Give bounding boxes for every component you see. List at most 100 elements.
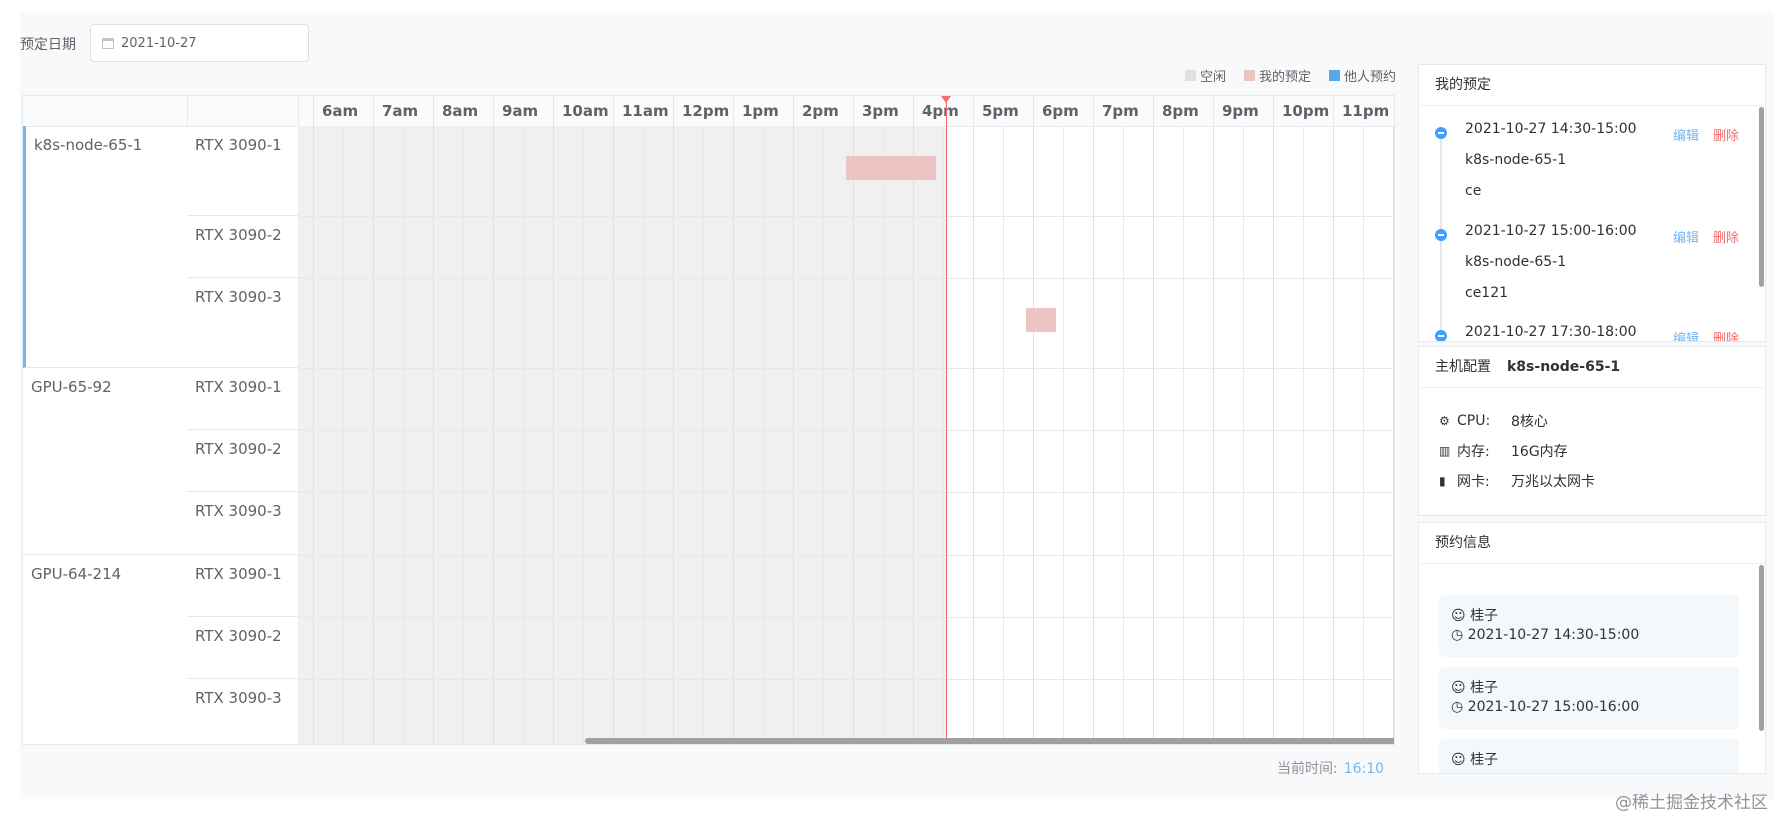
user-name: 桂子 <box>1470 680 1499 696</box>
hour-label: 6pm <box>1033 96 1093 126</box>
date-value: 2021-10-27 <box>121 36 197 51</box>
grid-line <box>703 126 704 744</box>
hour-label: 1pm <box>733 96 793 126</box>
vertical-scrollbar[interactable] <box>1759 565 1764 731</box>
grid-line <box>1033 126 1034 744</box>
grid-line <box>493 126 494 744</box>
host-cell[interactable]: GPU-64-214 <box>23 555 187 742</box>
card-cell: RTX 3090-2 <box>187 216 298 278</box>
grid-line <box>913 126 914 744</box>
grid-line <box>1063 126 1064 744</box>
user-name: 桂子 <box>1470 752 1499 768</box>
legend-label: 他人预约 <box>1343 70 1396 85</box>
grid-line <box>1003 126 1004 744</box>
reservation-time: 2021-10-27 17:30-18:00 <box>1465 324 1637 340</box>
grid-line <box>1093 126 1094 744</box>
panel-title: 主机配置 k8s-node-65-1 <box>1419 347 1765 388</box>
grid-header: 6am 7am 8am 9am 10am 11am 12pm 1pm 2pm 3pm 4pm 5pm 6… <box>23 96 1394 127</box>
grid-line <box>433 126 434 744</box>
host-config-host: k8s-node-65-1 <box>1507 359 1621 375</box>
grid-line <box>733 126 734 744</box>
date-picker-input[interactable]: 2021-10-27 <box>90 24 309 62</box>
grid-line <box>1153 126 1154 744</box>
timeline-dot-icon <box>1435 330 1447 341</box>
panel-title: 我的预定 <box>1419 65 1765 106</box>
grid-line <box>1213 126 1214 744</box>
grid-line <box>883 126 884 744</box>
hour-label: 7am <box>373 96 433 126</box>
host-config-panel: 主机配置 k8s-node-65-1 ⚙ CPU: 8核心 ▥ 内存: 16G内存 ▮ 网卡… <box>1418 346 1766 516</box>
grid-line <box>1363 126 1364 744</box>
host-cell[interactable]: k8s-node-65-1 <box>23 126 187 368</box>
row-line <box>298 555 1394 556</box>
delete-link[interactable]: 删除 <box>1713 125 1739 144</box>
legend-label: 空闲 <box>1199 70 1226 85</box>
grid-line <box>523 126 524 744</box>
header-host <box>23 96 187 126</box>
row-line <box>298 492 1394 493</box>
card-cell: RTX 3090-3 <box>187 492 298 555</box>
edit-link[interactable]: 编辑 <box>1673 328 1699 341</box>
grid-line <box>943 126 944 744</box>
grid-line <box>853 126 854 744</box>
card-cell: RTX 3090-1 <box>187 555 298 617</box>
grid-line <box>823 126 824 744</box>
watermark: @稀土掘金技术社区 <box>1615 793 1768 813</box>
grid-line <box>373 126 374 744</box>
legend-free: 空闲 <box>1184 66 1226 85</box>
grid-line <box>403 126 404 744</box>
delete-link[interactable]: 删除 <box>1713 328 1739 341</box>
hour-label: 11pm <box>1333 96 1393 126</box>
reservation-host: k8s-node-65-1 <box>1465 254 1567 270</box>
user-name: 桂子 <box>1470 608 1499 624</box>
grid-line <box>583 126 584 744</box>
info-user: ☺ 桂子 <box>1451 749 1498 769</box>
config-value: 8核心 <box>1511 414 1548 430</box>
vertical-scrollbar[interactable] <box>1759 107 1764 287</box>
hour-label: 6am <box>313 96 373 126</box>
grid-line <box>553 126 554 744</box>
hour-label: 9pm <box>1213 96 1273 126</box>
info-time: ◷ 2021-10-27 15:00-16:00 <box>1451 699 1639 715</box>
grid-line <box>643 126 644 744</box>
my-reservation-slot[interactable] <box>1026 308 1056 332</box>
my-reservation-slot[interactable] <box>846 156 936 180</box>
grid-line <box>793 126 794 744</box>
delete-link[interactable]: 删除 <box>1713 227 1739 246</box>
card-cell: RTX 3090-2 <box>187 617 298 679</box>
config-row-memory: ▥ 内存: 16G内存 <box>1439 441 1568 461</box>
panel-title: 预约信息 <box>1419 523 1765 564</box>
hour-label: 9am <box>493 96 553 126</box>
horizontal-scrollbar[interactable] <box>585 738 1394 744</box>
row-line <box>298 617 1394 618</box>
header-card <box>187 96 298 126</box>
hour-label: 8am <box>433 96 493 126</box>
current-time-label: 当前时间: <box>1277 761 1338 777</box>
user-icon: ☺ <box>1451 680 1466 696</box>
grid-line <box>1273 126 1274 744</box>
hour-label: 12pm <box>673 96 733 126</box>
grid-line <box>313 126 314 744</box>
past-time-region <box>298 126 946 744</box>
card-cell: RTX 3090-2 <box>187 430 298 492</box>
config-value: 万兆以太网卡 <box>1511 474 1595 490</box>
timeline-area[interactable] <box>298 96 1394 744</box>
user-icon: ☺ <box>1451 752 1466 768</box>
info-card: ☺ 桂子 <box>1439 739 1739 773</box>
user-icon: ☺ <box>1451 608 1466 624</box>
hour-label: 3pm <box>853 96 913 126</box>
card-cell: RTX 3090-3 <box>187 278 298 368</box>
row-line <box>298 216 1394 217</box>
reservation-time: 2021-10-27 15:00-16:00 <box>1465 223 1637 239</box>
grid-line <box>1303 126 1304 744</box>
host-cell[interactable]: GPU-65-92 <box>23 368 187 555</box>
reservation-note: ce <box>1465 183 1482 199</box>
edit-link[interactable]: 编辑 <box>1673 125 1699 144</box>
config-row-network: ▮ 网卡: 万兆以太网卡 <box>1439 471 1595 491</box>
date-label: 预定日期 <box>20 37 76 53</box>
current-time-value: 16:10 <box>1343 761 1385 777</box>
hour-label: 5pm <box>973 96 1033 126</box>
grid-line <box>1183 126 1184 744</box>
clock-icon: ◷ <box>1451 699 1464 715</box>
edit-link[interactable]: 编辑 <box>1673 227 1699 246</box>
